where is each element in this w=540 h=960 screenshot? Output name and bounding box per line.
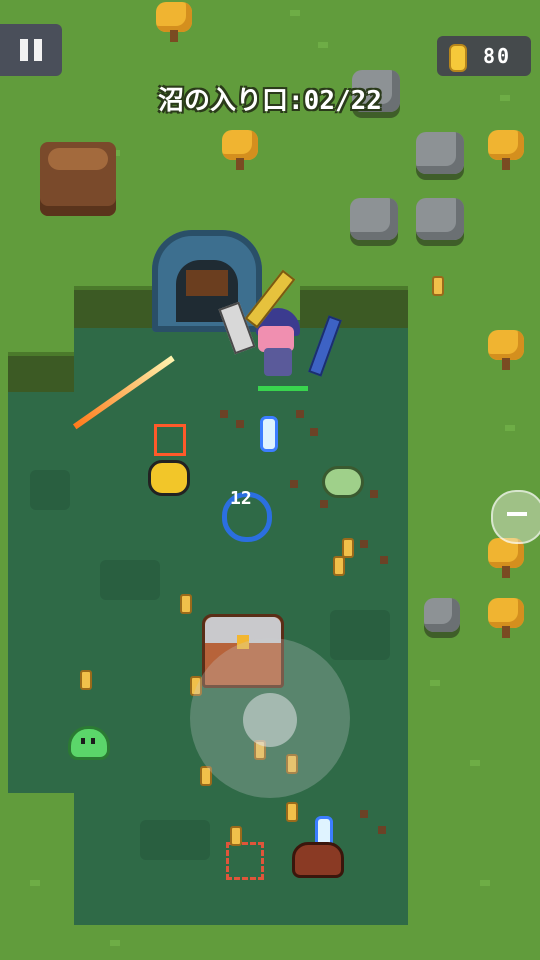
pause-button[interactable]	[0, 24, 62, 76]
grass-tuft	[110, 940, 120, 946]
dirt-patch	[296, 410, 304, 418]
grass-tuft	[505, 425, 515, 431]
grass-tuft	[470, 760, 480, 766]
dirt-patch	[320, 500, 328, 508]
hedge-wall	[74, 286, 158, 328]
grey-rock	[416, 198, 464, 240]
dirt-patch	[370, 490, 378, 498]
grey-rock	[424, 598, 460, 632]
dropped-coin	[180, 594, 192, 614]
dirt-patch	[220, 410, 228, 418]
target-reticle	[154, 424, 186, 456]
dropped-coin	[333, 556, 345, 576]
grass-tuft	[430, 680, 440, 686]
grass-tuft	[318, 42, 328, 48]
coin-counter: 80	[437, 36, 531, 76]
blue-energy-bolt	[260, 416, 278, 452]
game-stage[interactable]: 12 沼の入り口:02/22 80	[0, 0, 540, 960]
autumn-tree	[488, 130, 524, 170]
swamp-shade	[140, 820, 210, 860]
player-health-bar	[258, 386, 308, 391]
damage-number: 12	[230, 488, 252, 509]
dirt-patch	[360, 810, 368, 818]
grass-tuft	[30, 880, 40, 886]
swamp-shade	[100, 560, 160, 600]
hedge-wall	[300, 286, 408, 328]
dirt-patch	[236, 420, 244, 428]
swamp-shade	[330, 610, 390, 660]
grey-rock	[416, 132, 464, 174]
dropped-coin	[342, 538, 354, 558]
tree-stump	[40, 142, 116, 216]
pause-icon	[34, 39, 42, 61]
joystick-knob[interactable]	[243, 693, 297, 747]
bee-enemy	[148, 460, 190, 496]
coin-count: 80	[483, 44, 512, 68]
autumn-tree	[488, 538, 524, 578]
pause-icon	[20, 39, 28, 61]
hedge-wall	[8, 352, 74, 392]
stage-progress-title: 沼の入り口:02/22	[158, 86, 382, 116]
grass-tuft	[290, 10, 300, 16]
autumn-tree	[488, 330, 524, 370]
dirt-patch	[360, 540, 368, 548]
boar-enemy	[292, 842, 344, 878]
green-slime-enemy	[68, 726, 110, 760]
turtle-enemy	[322, 466, 364, 498]
grey-rock	[350, 198, 398, 240]
target-marker	[226, 842, 264, 880]
swamp-area	[8, 385, 78, 793]
dropped-coin	[80, 670, 92, 690]
swamp-shade	[30, 470, 70, 510]
autumn-tree	[222, 130, 258, 170]
autumn-tree	[156, 2, 192, 42]
dropped-coin	[230, 826, 242, 846]
dirt-patch	[378, 826, 386, 834]
dirt-patch	[290, 480, 298, 488]
minus-icon	[507, 512, 527, 516]
side-menu-button[interactable]	[491, 490, 540, 544]
dropped-coin	[286, 802, 298, 822]
gold-coin-icon	[449, 44, 467, 72]
grass-tuft	[480, 880, 490, 886]
autumn-tree	[488, 598, 524, 638]
dirt-patch	[380, 556, 388, 564]
dirt-patch	[310, 428, 318, 436]
dropped-coin	[432, 276, 444, 296]
